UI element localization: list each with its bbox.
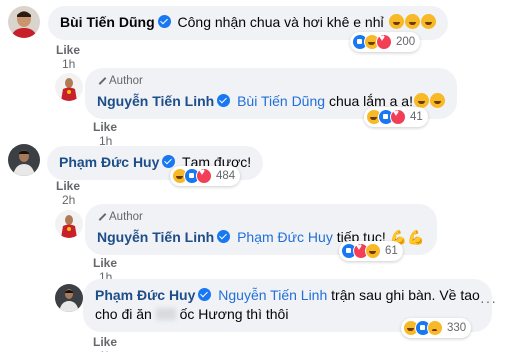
reaction-summary[interactable]: 200: [350, 32, 421, 52]
love-reaction-icon: [390, 108, 406, 125]
like-button[interactable]: Like: [93, 335, 117, 349]
mention-link[interactable]: Bùi Tiến Dũng: [237, 93, 325, 109]
pen-icon: [97, 213, 106, 222]
mention-link[interactable]: Nguyễn Tiến Linh: [218, 287, 327, 303]
author-badge: Author: [97, 208, 425, 227]
verified-icon: [217, 94, 231, 107]
comment-text: trận sau ghi bàn. Về tao: [331, 287, 480, 303]
author-badge-label: Author: [109, 75, 143, 87]
like-button[interactable]: Like: [56, 43, 80, 57]
comment-actions: Like 1h: [93, 120, 117, 148]
comment-actions: Like 1h: [56, 43, 80, 71]
comment-author[interactable]: Bùi Tiến Dũng: [60, 14, 155, 30]
verified-icon: [217, 230, 231, 243]
like-button[interactable]: Like: [93, 120, 117, 134]
reaction-summary[interactable]: 330: [401, 318, 472, 338]
reaction-count: 61: [385, 245, 398, 257]
avatar[interactable]: [55, 73, 83, 101]
reaction-summary[interactable]: 41: [364, 107, 428, 127]
blurred-text: [155, 308, 176, 320]
love-reaction-icon: [376, 33, 392, 50]
avatar[interactable]: [8, 144, 40, 176]
avatar[interactable]: [8, 6, 40, 38]
timestamp[interactable]: 1h: [62, 57, 75, 71]
love-reaction-icon: [196, 167, 212, 184]
reaction-count: 200: [396, 36, 416, 48]
laughing-emoji-icon: [414, 93, 429, 108]
author-badge-label: Author: [109, 211, 143, 223]
pen-icon: [97, 77, 106, 86]
avatar[interactable]: [55, 210, 83, 238]
laughing-emoji-icon: [404, 14, 420, 29]
sad-reaction-icon: [427, 320, 443, 336]
reaction-count: 330: [447, 322, 467, 334]
timestamp[interactable]: 2h: [62, 193, 75, 207]
reaction-count: 41: [410, 111, 423, 123]
verified-icon: [198, 288, 212, 301]
comment-author[interactable]: Phạm Đức Huy: [59, 154, 159, 170]
muscle-emoji-icon: 💪: [407, 229, 425, 245]
laughing-emoji-icon: [388, 14, 404, 29]
reaction-summary[interactable]: 61: [339, 241, 403, 261]
comment-actions: Like 1h: [93, 335, 117, 352]
like-button[interactable]: Like: [56, 179, 80, 193]
comment-actions: Like 2h: [56, 179, 80, 207]
comment-text-line2b: ốc Hương thì thôi: [179, 306, 289, 322]
comment-author[interactable]: Phạm Đức Huy: [95, 287, 195, 303]
laughing-emoji-icon: [430, 93, 445, 108]
comment-author[interactable]: Nguyễn Tiến Linh: [97, 93, 214, 109]
comment-text: Công nhận chua và hơi khê e nhỉ: [177, 14, 384, 30]
laughing-emoji-icon: [420, 14, 436, 29]
comment-text-line2a: cho đi ăn: [95, 306, 152, 322]
mention-link[interactable]: Phạm Đức Huy: [237, 229, 333, 245]
more-options-icon[interactable]: ···: [480, 293, 497, 309]
verified-icon: [157, 15, 171, 28]
like-button[interactable]: Like: [93, 256, 117, 270]
comment-author[interactable]: Nguyễn Tiến Linh: [97, 229, 214, 245]
author-badge: Author: [97, 72, 445, 91]
haha-reaction-icon: [365, 243, 381, 259]
avatar[interactable]: [55, 284, 83, 312]
reaction-summary[interactable]: 484: [170, 166, 241, 186]
reaction-count: 484: [216, 170, 236, 182]
verified-icon: [162, 155, 176, 168]
